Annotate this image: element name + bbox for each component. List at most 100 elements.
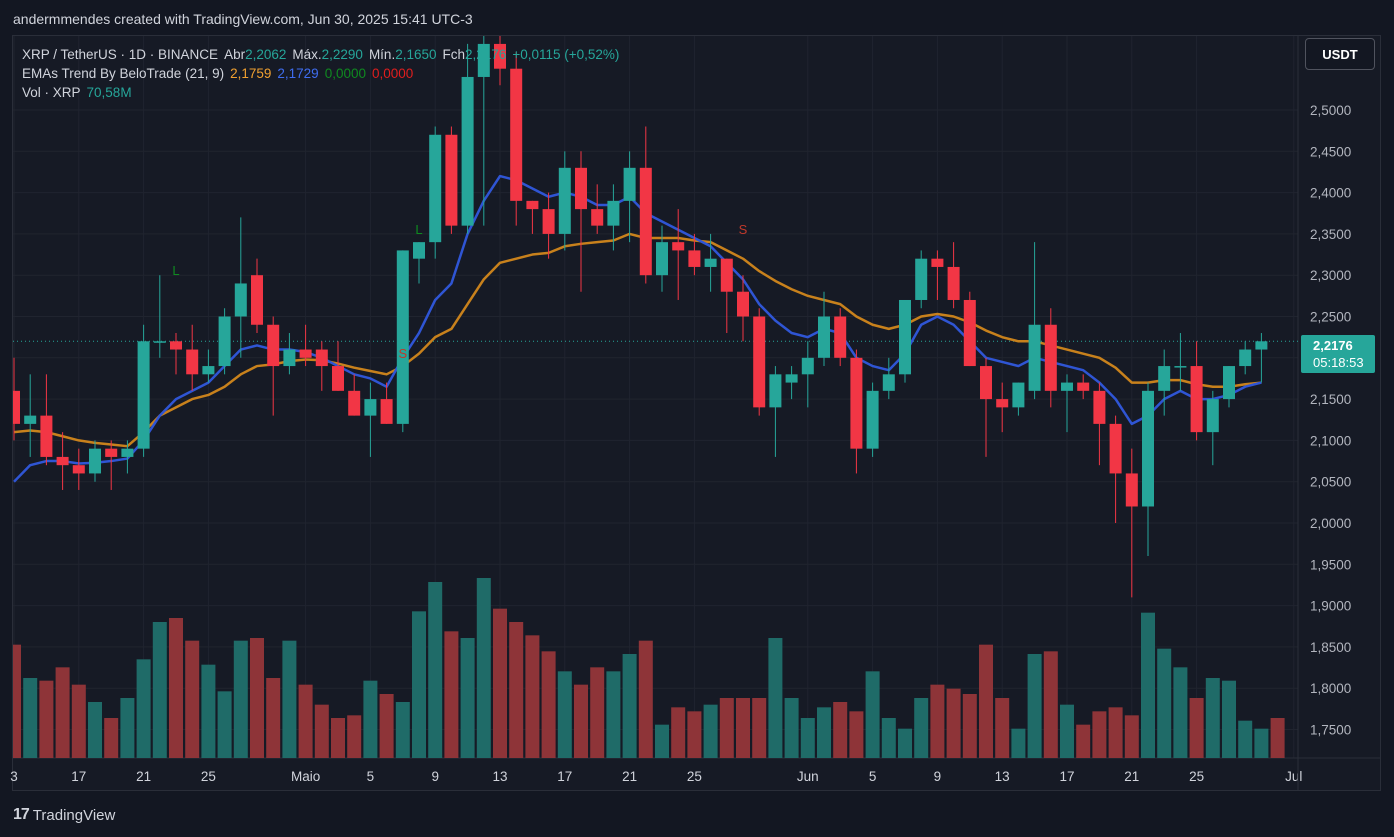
volume-bar (379, 694, 394, 758)
volume-bar (13, 644, 21, 758)
volume-bar (1238, 720, 1253, 758)
candle-body (445, 134, 458, 226)
volume-bar (201, 664, 216, 758)
candle-body (315, 349, 328, 367)
volume-bar (898, 728, 912, 758)
candle-body (89, 448, 101, 474)
candle-body (24, 415, 37, 424)
candle-body (153, 341, 166, 343)
tradingview-logo-icon: 17 (13, 806, 30, 823)
volume-bar (169, 618, 183, 758)
volume-value: 70,58M (86, 85, 132, 100)
candle-body (704, 258, 717, 267)
footer-brand[interactable]: 17 TradingView (13, 806, 115, 824)
candle-body (834, 316, 847, 358)
volume-bar (314, 704, 329, 758)
candle-body (283, 349, 296, 367)
volume-bar (1108, 707, 1123, 758)
volume-bar (1270, 718, 1285, 758)
candle-body (413, 242, 425, 259)
candle-body (850, 357, 863, 449)
volume-row: Vol · XRP 70,58M (22, 83, 619, 102)
volume-bar (1011, 728, 1026, 758)
volume-bar (622, 654, 637, 758)
candle-body (121, 448, 134, 457)
candle-body (672, 242, 685, 251)
candle-body (947, 266, 960, 300)
volume-bar (865, 671, 880, 758)
volume-bar (671, 707, 686, 758)
candle-body (882, 374, 895, 391)
volume-bar (55, 667, 70, 758)
candle-body (1109, 423, 1122, 474)
volume-bar (104, 718, 119, 758)
volume-bar (1205, 678, 1220, 758)
candle-body (639, 167, 652, 276)
volume-bar (347, 715, 362, 758)
candle-body (1028, 324, 1041, 391)
ema-indicator-name[interactable]: EMAs Trend By BeloTrade (21, 9) (22, 64, 224, 83)
volume-label[interactable]: Vol · XRP (22, 83, 81, 102)
candle-body (40, 415, 53, 457)
candle-body (429, 134, 442, 243)
y-tick-label: 1,8500 (1310, 640, 1351, 655)
ema-value-3: 0,0000 (324, 66, 366, 81)
volume-bar (833, 702, 848, 758)
volume-bar (574, 684, 588, 758)
signal-label-short: S (739, 222, 748, 237)
volume-bar (298, 684, 313, 758)
volume-bar (250, 638, 264, 758)
volume-bar (995, 698, 1010, 758)
candle-body (591, 209, 604, 226)
currency-button[interactable]: USDT (1305, 38, 1375, 70)
candle-body (1093, 390, 1106, 424)
volume-bar (266, 678, 281, 758)
volume-bar (395, 702, 410, 758)
volume-bar (476, 578, 491, 758)
ohlc-row: XRP / TetherUS · 1D · BINANCE Abr2,2062 … (22, 45, 619, 64)
candle-body (737, 291, 749, 317)
low-value: 2,1650 (395, 47, 437, 62)
signal-label-long: L (415, 222, 422, 237)
candle-body (931, 258, 944, 267)
volume-bar (800, 718, 815, 758)
volume-bar (428, 582, 443, 758)
volume-bar (217, 691, 232, 758)
change-value: +0,0115 (+0,52%) (512, 47, 620, 62)
candle-body (1061, 382, 1073, 391)
last-price-tag: 2,2176 05:18:53 (1301, 335, 1375, 373)
x-tick-label: 13 (492, 769, 507, 784)
ema-row: EMAs Trend By BeloTrade (21, 9) 2,1759 2… (22, 64, 619, 83)
volume-bar (687, 711, 702, 758)
volume-bar (962, 694, 977, 758)
candle-body (170, 341, 182, 350)
candle-body (558, 167, 571, 234)
volume-bar (509, 622, 524, 758)
volume-bar (282, 640, 297, 758)
candle-body (963, 299, 976, 367)
candle-body (218, 316, 231, 367)
y-tick-label: 2,2500 (1310, 310, 1351, 325)
volume-bar (120, 698, 135, 758)
volume-bar (849, 711, 864, 758)
candle-body (380, 399, 393, 424)
y-tick-label: 2,1500 (1310, 392, 1351, 407)
candle-body (1142, 390, 1154, 507)
volume-bar (152, 622, 167, 758)
symbol-info[interactable]: XRP / TetherUS · 1D · BINANCE (22, 45, 218, 64)
volume-bar (1254, 728, 1269, 758)
candle-body (996, 399, 1009, 408)
ema-value-1: 2,1759 (230, 66, 272, 81)
price-chart[interactable]: 2,5000 2,4500 2,4000 2,3500 2,3000 2,2500 2,20… (0, 0, 1394, 837)
volume-bar (1124, 715, 1139, 758)
volume-bar (39, 680, 54, 758)
candle-body (623, 167, 636, 201)
ema-value-4: 0,0000 (371, 66, 414, 81)
ema-fast-line (13, 174, 1262, 483)
volume-bar (23, 678, 38, 758)
candle-body (785, 374, 798, 383)
candle-body (899, 299, 911, 375)
volume-bar (412, 611, 426, 758)
candle-body (13, 390, 20, 424)
volume-bar (1141, 612, 1155, 758)
